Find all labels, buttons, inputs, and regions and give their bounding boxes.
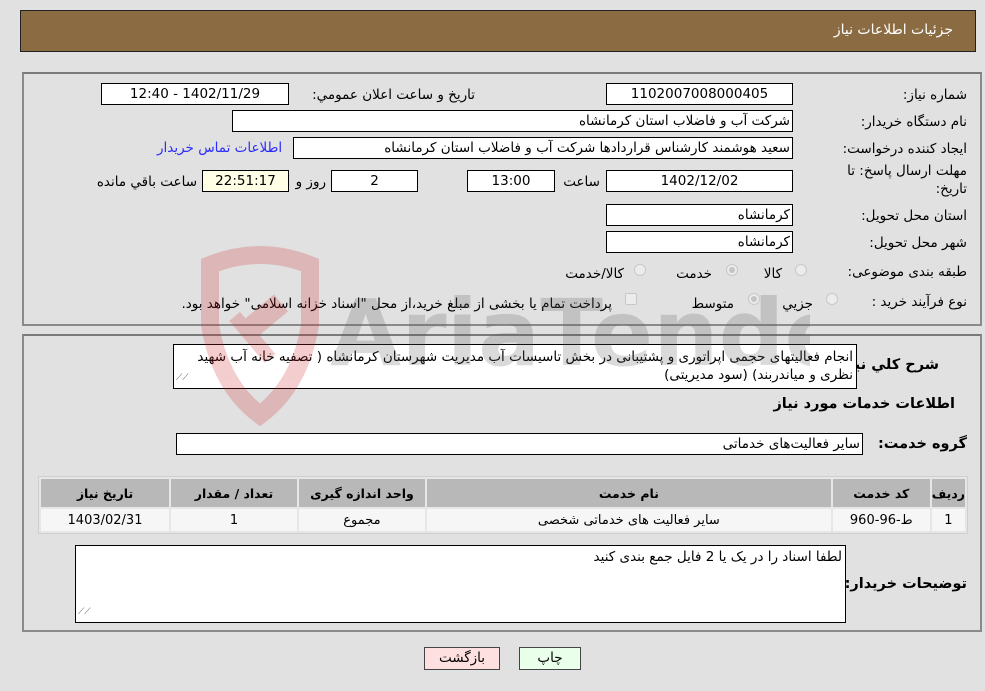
creator-field: سعید هوشمند کارشناس قراردادها شرکت آب و … <box>293 137 793 159</box>
col-unit: واحد اندازه گیری <box>298 479 425 507</box>
city-label: شهر محل تحویل: <box>869 235 967 251</box>
remaining-time-label: ساعت باقي مانده <box>96 174 197 190</box>
days-remaining-field: 2 <box>331 170 418 192</box>
col-service-code: کد خدمت <box>832 479 930 507</box>
process-option-medium: متوسط <box>691 296 734 312</box>
treasury-checkbox[interactable] <box>625 293 637 305</box>
buyer-org-label: نام دستگاه خريدار: <box>860 114 967 130</box>
buyer-org-field: شرکت آب و فاضلاب استان کرمانشاه <box>232 110 793 132</box>
description-textarea[interactable]: انجام فعالیتهای حجمی اپراتوری و پشتیبانی… <box>173 344 857 389</box>
category-radio-goods[interactable] <box>795 264 807 276</box>
col-quantity: تعداد / مقدار <box>171 479 297 507</box>
table-header-row: ردیف کد خدمت نام خدمت واحد اندازه گیری ت… <box>41 479 965 507</box>
category-option-goods: کالا <box>763 266 782 282</box>
back-button[interactable]: بازگشت <box>424 647 500 670</box>
remaining-time-field: 22:51:17 <box>202 170 289 192</box>
services-heading: اطلاعات خدمات مورد نياز <box>773 396 955 412</box>
category-label: طبقه بندی موضوعی: <box>847 264 967 280</box>
page-title: جزئیات اطلاعات نیاز <box>833 22 953 38</box>
category-option-service: خدمت <box>676 266 712 282</box>
process-option-minor: جزيي <box>782 296 813 312</box>
cell-service-code: ط-96-960 <box>832 509 930 531</box>
announce-datetime-field: 1402/11/29 - 12:40 <box>101 83 289 105</box>
cell-need-date: 1403/02/31 <box>41 509 169 531</box>
category-radio-goods-service[interactable] <box>634 264 646 276</box>
print-button[interactable]: چاپ <box>519 647 581 670</box>
deadline-label: مهلت ارسال پاسخ: تا <box>847 163 967 179</box>
treasury-checkbox-label: پرداخت تمام یا بخشی از مبلغ خرید،از محل … <box>181 296 612 312</box>
col-need-date: تاریخ نیاز <box>41 479 169 507</box>
category-option-goods-service: کالا/خدمت <box>565 266 624 282</box>
days-label: روز و <box>295 174 326 190</box>
cell-unit: مجموع <box>298 509 425 531</box>
cell-service-name: سایر فعالیت های خدماتی شخصی <box>426 509 831 531</box>
buyer-notes-label: توضیحات خریدار: <box>844 576 967 592</box>
cell-row-number: 1 <box>931 509 965 531</box>
creator-label: ایجاد کننده درخواست: <box>842 141 967 157</box>
col-service-name: نام خدمت <box>426 479 831 507</box>
resize-grip-icon[interactable]: ⟋⟋ <box>176 369 189 387</box>
process-type-label: نوع فرآیند خرید : <box>871 294 967 310</box>
province-field: کرمانشاه <box>606 204 793 226</box>
services-table: ردیف کد خدمت نام خدمت واحد اندازه گیری ت… <box>38 476 968 534</box>
province-label: استان محل تحویل: <box>861 208 967 224</box>
resize-grip-icon[interactable]: ⟋⟋ <box>78 603 91 621</box>
cell-quantity: 1 <box>171 509 297 531</box>
process-radio-medium[interactable] <box>748 293 760 305</box>
deadline-date-field: 1402/12/02 <box>606 170 793 192</box>
service-group-label: گروه خدمت: <box>877 436 967 452</box>
buyer-contact-link[interactable]: اطلاعات تماس خریدار <box>157 140 282 156</box>
need-number-label: شماره نیاز: <box>902 87 967 103</box>
deadline-time-label: ساعت <box>563 174 600 190</box>
buyer-notes-textarea[interactable]: لطفا اسناد را در یک یا 2 فایل جمع بندی ک… <box>75 545 846 623</box>
announce-label: تاریخ و ساعت اعلان عمومي: <box>312 87 475 103</box>
service-group-field: سایر فعالیت‌های خدماتی <box>176 433 863 455</box>
city-field: کرمانشاه <box>606 231 793 253</box>
need-number-field: 1102007008000405 <box>606 83 793 105</box>
process-radio-minor[interactable] <box>826 293 838 305</box>
page-header: جزئیات اطلاعات نیاز <box>20 10 976 52</box>
deadline-label-date: تاریخ: <box>935 181 967 197</box>
deadline-time-field: 13:00 <box>467 170 555 192</box>
category-radio-service[interactable] <box>726 264 738 276</box>
buyer-notes-text: لطفا اسناد را در یک یا 2 فایل جمع بندی ک… <box>593 549 842 565</box>
col-row-number: ردیف <box>931 479 965 507</box>
description-text: انجام فعالیتهای حجمی اپراتوری و پشتیبانی… <box>197 349 853 383</box>
table-row: 1 ط-96-960 سایر فعالیت های خدماتی شخصی م… <box>41 509 965 531</box>
